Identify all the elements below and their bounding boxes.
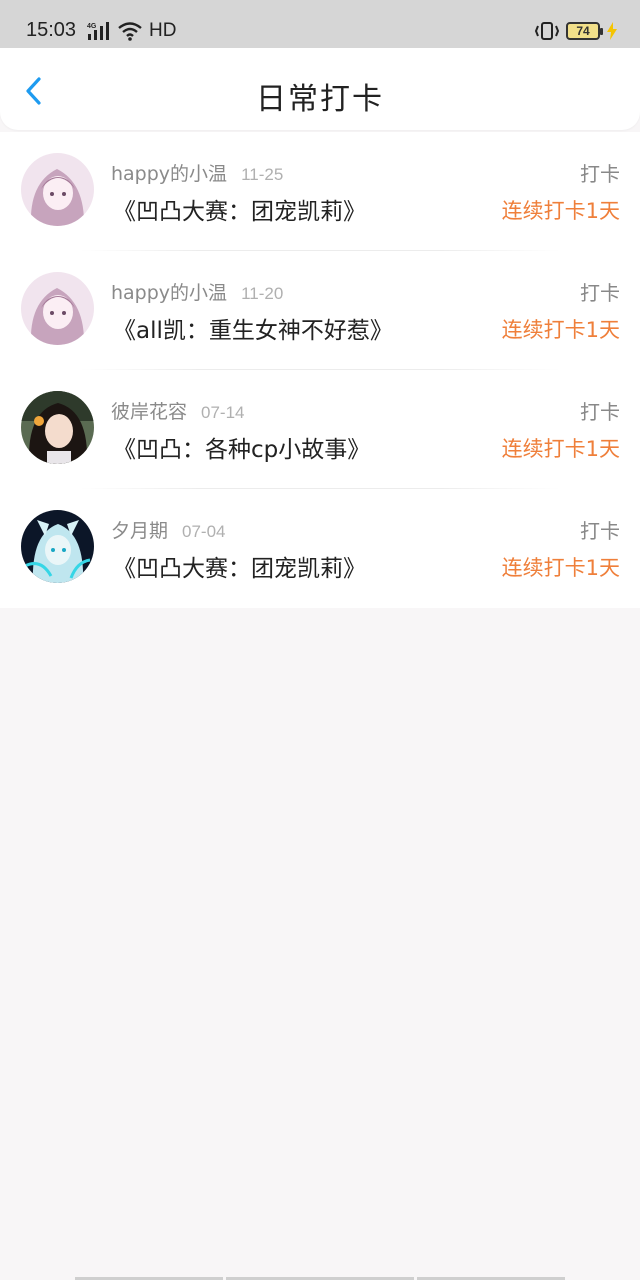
streak-label: 连续打卡1天 [501, 318, 620, 342]
streak-label: 连续打卡1天 [501, 556, 620, 580]
wifi-icon [118, 22, 142, 41]
4g-signal-icon: 4G [87, 22, 109, 40]
top-app-bar: 日常打卡 [0, 48, 640, 130]
avatar[interactable] [21, 391, 94, 464]
checkin-date: 07-04 [182, 522, 226, 541]
book-title[interactable]: 《凹凸大赛：团宠凯莉》 [113, 192, 366, 226]
book-title[interactable]: 《凹凸：各种cp小故事》 [113, 430, 370, 464]
book-title[interactable]: 《all凯：重生女神不好惹》 [113, 311, 393, 345]
vibrate-icon [534, 22, 560, 40]
status-right-icons: 74 [534, 19, 618, 43]
checkin-date: 11-25 [241, 165, 284, 184]
checkin-date: 11-20 [241, 284, 284, 303]
battery-level: 74 [576, 24, 590, 38]
network-type: HD [149, 20, 177, 41]
username[interactable]: happy的小温 [111, 163, 227, 185]
username[interactable]: 夕月期 [111, 520, 168, 542]
user-line: 夕月期 07-04 [111, 516, 226, 543]
user-line: 彼岸花容 07-14 [111, 397, 245, 424]
streak-label: 连续打卡1天 [501, 199, 620, 223]
username[interactable]: happy的小温 [111, 282, 227, 304]
streak-label: 连续打卡1天 [501, 437, 620, 461]
list-item[interactable]: 夕月期 07-04 《凹凸大赛：团宠凯莉》 打卡 连续打卡1天 [0, 489, 640, 608]
user-line: happy的小温 11-20 [111, 278, 283, 305]
list-item[interactable]: 彼岸花容 07-14 《凹凸：各种cp小故事》 打卡 连续打卡1天 [0, 370, 640, 489]
status-time: 15:03 [26, 19, 77, 41]
avatar[interactable] [21, 272, 94, 345]
avatar[interactable] [21, 510, 94, 583]
checkin-label: 打卡 [580, 162, 620, 186]
book-title[interactable]: 《凹凸大赛：团宠凯莉》 [113, 549, 366, 583]
status-bar: 15:03 4G HD 74 [0, 0, 640, 48]
user-line: happy的小温 11-25 [111, 159, 283, 186]
checkin-label: 打卡 [580, 400, 620, 424]
charging-icon [607, 22, 617, 40]
svg-text:4G: 4G [87, 23, 97, 30]
battery-icon: 74 [566, 22, 603, 40]
avatar[interactable] [21, 153, 94, 226]
checkin-list: happy的小温 11-25 《凹凸大赛：团宠凯莉》 打卡 连续打卡1天 happ… [0, 132, 640, 608]
username[interactable]: 彼岸花容 [111, 401, 187, 423]
list-item[interactable]: happy的小温 11-20 《all凯：重生女神不好惹》 打卡 连续打卡1天 [0, 251, 640, 370]
checkin-label: 打卡 [580, 281, 620, 305]
bottom-edge [0, 1276, 640, 1280]
checkin-label: 打卡 [580, 519, 620, 543]
status-left-icons: 4G HD [87, 19, 176, 43]
page-title: 日常打卡 [256, 82, 384, 117]
checkin-date: 07-14 [201, 403, 245, 422]
list-item[interactable]: happy的小温 11-25 《凹凸大赛：团宠凯莉》 打卡 连续打卡1天 [0, 132, 640, 251]
